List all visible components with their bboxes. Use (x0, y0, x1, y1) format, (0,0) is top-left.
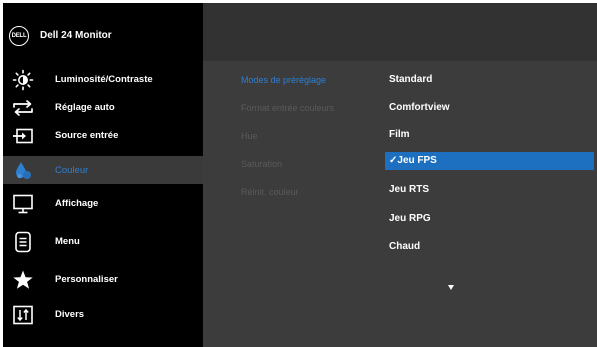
option-label: Standard (389, 74, 433, 85)
option-rts-game[interactable]: Jeu RTS (385, 181, 594, 199)
option-film[interactable]: Film (385, 126, 594, 144)
option-fps-game[interactable]: ✓Jeu FPS (385, 152, 594, 170)
others-icon (13, 305, 33, 325)
submenu-saturation[interactable]: Saturation (241, 159, 282, 169)
scroll-down-icon[interactable] (448, 285, 454, 290)
osd-window: DELL Dell 24 Monitor Luminosité/Contrast… (3, 3, 597, 347)
input-source-icon (13, 128, 33, 144)
option-rpg-game[interactable]: Jeu RPG (385, 210, 594, 228)
option-label: Jeu RTS (389, 184, 430, 195)
dell-logo: DELL (9, 26, 29, 46)
option-label: ✓Jeu FPS (389, 155, 437, 166)
menu-item-personalize[interactable]: Personnaliser (3, 265, 203, 293)
menu-item-color[interactable]: Couleur (3, 156, 203, 184)
menu-item-display[interactable]: Affichage (3, 189, 203, 217)
submenu-preset-modes[interactable]: Modes de préréglage (241, 75, 326, 85)
menu-item-auto-adjust[interactable]: Réglage auto (3, 93, 203, 121)
color-icon (16, 162, 31, 179)
submenu-hue[interactable]: Hue (241, 131, 258, 141)
menu-item-input-source[interactable]: Source entrée (3, 121, 203, 149)
menu-item-label: Divers (55, 309, 85, 320)
main-menu-panel: DELL Dell 24 Monitor Luminosité/Contrast… (3, 3, 203, 347)
menu-item-label: Source entrée (55, 130, 119, 141)
submenu-reset-color[interactable]: Réinit. couleur (241, 187, 299, 197)
menu-item-others[interactable]: Divers (3, 300, 203, 328)
menu-item-label: Luminosité/Contraste (55, 74, 153, 85)
brightness-icon (12, 69, 34, 91)
menu-item-label: Personnaliser (55, 274, 118, 285)
submenu-header (203, 3, 597, 61)
monitor-title: Dell 24 Monitor (40, 30, 112, 41)
option-label: Jeu RPG (389, 213, 431, 224)
osd-header: DELL Dell 24 Monitor (3, 3, 203, 61)
option-label: Film (389, 129, 410, 140)
submenu-input-color-format[interactable]: Format entrée couleurs (241, 103, 334, 113)
option-comfortview[interactable]: Comfortview (385, 99, 594, 117)
auto-adjust-icon (13, 100, 33, 116)
option-label: Comfortview (389, 102, 450, 113)
menu-item-label: Réglage auto (55, 102, 115, 113)
star-icon (13, 270, 33, 289)
monitor-icon (13, 194, 33, 214)
menu-item-menu[interactable]: Menu (3, 227, 203, 255)
option-standard[interactable]: Standard (385, 71, 594, 89)
option-label: Chaud (389, 241, 421, 252)
menu-item-label: Affichage (55, 198, 99, 209)
menu-item-label: Menu (55, 236, 80, 247)
menu-item-brightness-contrast[interactable]: Luminosité/Contraste (3, 65, 203, 93)
option-warm[interactable]: Chaud (385, 238, 594, 256)
menu-icon (15, 231, 31, 253)
menu-item-label: Couleur (55, 165, 89, 176)
